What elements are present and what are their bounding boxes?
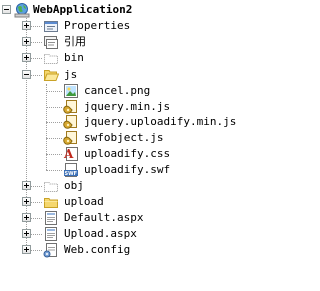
- references-icon: [43, 34, 59, 50]
- solution-explorer-tree: WebApplication2 Properties 引用 bin js can…: [0, 0, 248, 291]
- tree-node-file[interactable]: A uploadify.css: [0, 146, 248, 162]
- folder-hidden-icon: [43, 50, 59, 66]
- expand-toggle[interactable]: [22, 197, 31, 206]
- tree-node-default-aspx[interactable]: Default.aspx: [0, 210, 248, 226]
- tree-node-file[interactable]: SWF uploadify.swf: [0, 162, 248, 178]
- script-file-icon: [63, 99, 79, 115]
- script-file-icon: [63, 114, 79, 130]
- tree-node-obj[interactable]: obj: [0, 178, 248, 194]
- tree-node-label: jquery.min.js: [84, 100, 171, 113]
- tree-node-label: uploadify.css: [84, 147, 171, 160]
- folder-open-icon: [43, 67, 60, 83]
- config-file-icon: [43, 242, 59, 258]
- script-file-icon: [63, 130, 79, 146]
- tree-node-upload-aspx[interactable]: Upload.aspx: [0, 226, 248, 242]
- swf-file-icon: SWF: [63, 162, 79, 178]
- properties-icon: [43, 18, 59, 34]
- expand-toggle[interactable]: [22, 229, 31, 238]
- aspx-file-icon: [43, 226, 59, 242]
- svg-text:A: A: [63, 147, 74, 161]
- svg-text:SWF: SWF: [65, 171, 78, 177]
- tree-node-label: Web.config: [64, 243, 131, 256]
- expand-toggle[interactable]: [22, 21, 31, 30]
- tree-node-web-config[interactable]: Web.config: [0, 242, 248, 258]
- collapse-toggle[interactable]: [2, 5, 11, 14]
- tree-node-label: swfobject.js: [84, 131, 164, 144]
- tree-node-bin[interactable]: bin: [0, 50, 248, 66]
- tree-node-file[interactable]: jquery.min.js: [0, 99, 248, 115]
- tree-node-label: jquery.uploadify.min.js: [84, 115, 237, 128]
- tree-node-js[interactable]: js: [0, 67, 248, 83]
- tree-node-upload[interactable]: upload: [0, 194, 248, 210]
- tree-node-project[interactable]: WebApplication2: [0, 2, 248, 18]
- tree-node-file[interactable]: cancel.png: [0, 83, 248, 99]
- aspx-file-icon: [43, 210, 59, 226]
- tree-node-references[interactable]: 引用: [0, 34, 248, 50]
- expand-toggle[interactable]: [22, 37, 31, 46]
- tree-node-label: cancel.png: [84, 84, 151, 97]
- css-file-icon: A: [63, 146, 79, 162]
- tree-node-file[interactable]: jquery.uploadify.min.js: [0, 114, 248, 130]
- expand-toggle[interactable]: [22, 53, 31, 62]
- tree-node-label: 引用: [64, 35, 86, 48]
- tree-node-label: bin: [64, 51, 84, 64]
- tree-node-properties[interactable]: Properties: [0, 18, 248, 34]
- tree-node-label: upload: [64, 195, 104, 208]
- collapse-toggle[interactable]: [22, 70, 31, 79]
- folder-icon: [43, 194, 59, 210]
- tree-node-label: uploadify.swf: [84, 163, 171, 176]
- tree-node-label: Properties: [64, 19, 131, 32]
- tree-node-label: Default.aspx: [64, 211, 144, 224]
- tree-node-label: Upload.aspx: [64, 227, 137, 240]
- image-file-icon: [63, 83, 79, 99]
- expand-toggle[interactable]: [22, 181, 31, 190]
- web-project-icon: [14, 2, 30, 18]
- tree-node-label: js: [64, 68, 78, 81]
- tree-node-label: obj: [64, 179, 84, 192]
- folder-hidden-icon: [43, 178, 59, 194]
- tree-node-file[interactable]: swfobject.js: [0, 130, 248, 146]
- expand-toggle[interactable]: [22, 213, 31, 222]
- expand-toggle[interactable]: [22, 245, 31, 254]
- project-name: WebApplication2: [33, 3, 133, 16]
